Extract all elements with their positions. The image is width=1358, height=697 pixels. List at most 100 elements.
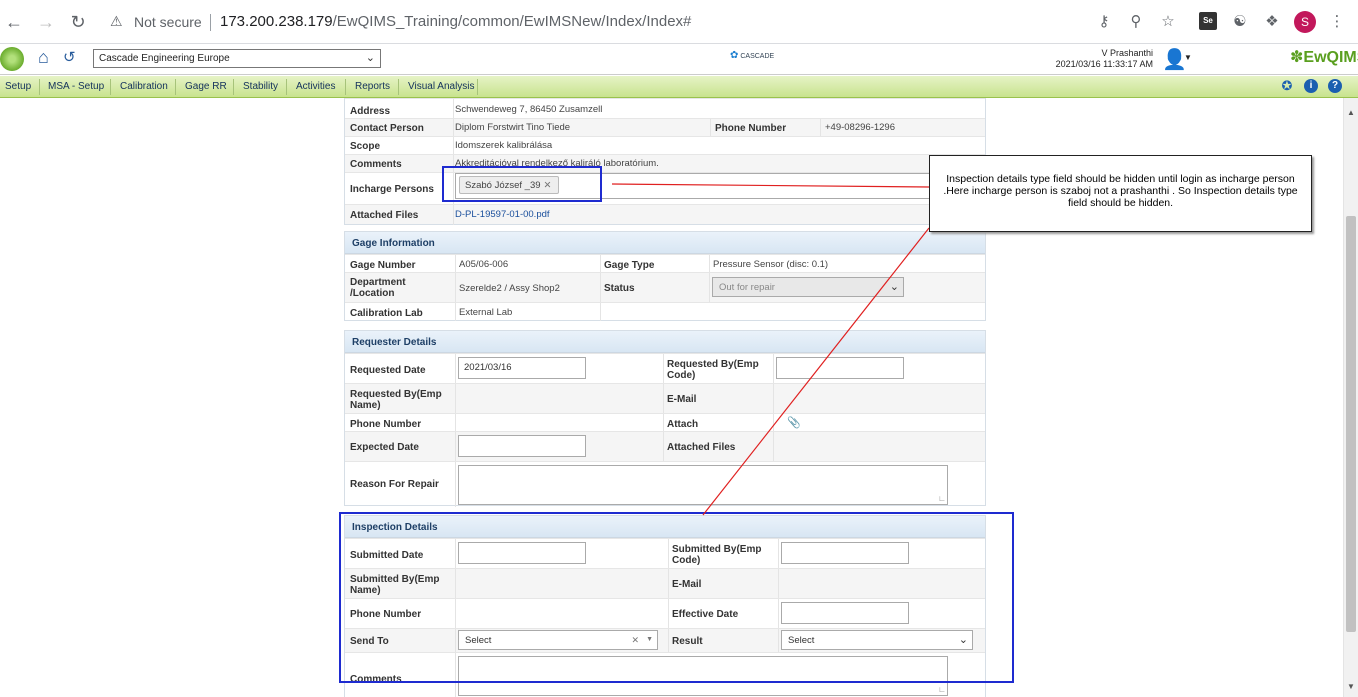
organization-select[interactable]: Cascade Engineering Europe ⌄ <box>93 49 381 68</box>
user-dropdown-icon[interactable]: ▼ <box>1184 53 1192 62</box>
scope-label: Scope <box>350 141 381 152</box>
url-host: 173.200.238.179 <box>220 13 333 30</box>
requested-date-row: Requested Date 2021/03/16 Requested By(E… <box>345 353 985 384</box>
extension-icon[interactable]: ☯ <box>1229 11 1251 33</box>
menu-setup[interactable]: Setup <box>5 81 31 92</box>
cell-divider <box>455 273 456 303</box>
comments-row: Comments Akkreditációval rendelkező kali… <box>345 154 985 173</box>
gage-information-title: Gage Information <box>345 232 985 254</box>
gage-number-row: Gage Number A05/06-006 Gage Type Pressur… <box>345 254 985 273</box>
cell-divider <box>600 273 601 303</box>
info-icon[interactable]: i <box>1304 79 1318 93</box>
back-arrow-icon[interactable]: ← <box>2 10 26 34</box>
cascade-logo-mark: ✿ <box>730 50 739 61</box>
forward-arrow-icon[interactable]: → <box>34 10 58 34</box>
page-scrollbar[interactable]: ▲ ▼ <box>1343 98 1358 697</box>
address-value: Schwendeweg 7, 86450 Zusamzell <box>455 104 603 115</box>
omnibox-separator <box>210 14 211 31</box>
app-logo-icon <box>0 47 24 71</box>
scope-row: Scope Idomszerek kalibrálása <box>345 136 985 155</box>
requester-details-title: Requester Details <box>345 331 985 353</box>
brand-logo: ✽EwQIMS <box>1290 47 1358 67</box>
main-menu: Setup MSA - Setup Calibration Gage RR St… <box>0 76 1358 98</box>
cell-divider <box>710 119 711 137</box>
puzzle-icon[interactable]: ❖ <box>1261 11 1283 33</box>
star-icon[interactable]: ☆ <box>1157 11 1179 33</box>
gage-type-value: Pressure Sensor (disc: 0.1) <box>713 259 829 270</box>
phone-label: Phone Number <box>715 123 787 134</box>
resize-grip-icon[interactable]: ∟ <box>938 494 946 503</box>
refresh-icon[interactable]: ↺ <box>63 48 76 66</box>
email-label: E-Mail <box>667 394 697 405</box>
requested-by-code-input[interactable] <box>776 357 904 379</box>
department-label: Department /Location <box>350 277 406 299</box>
cell-divider <box>773 432 774 462</box>
menu-activities[interactable]: Activities <box>296 81 335 92</box>
not-secure-label: Not secure <box>134 14 202 30</box>
menu-gage-rr[interactable]: Gage RR <box>185 81 227 92</box>
requested-by-name-label: Requested By(Emp Name) <box>350 389 442 411</box>
reason-textarea[interactable]: ∟ <box>458 465 948 505</box>
profile-avatar[interactable]: S <box>1294 11 1316 33</box>
home-icon[interactable]: ⌂ <box>38 47 49 68</box>
calibration-lab-panel: Address Schwendeweg 7, 86450 Zusamzell C… <box>344 98 986 225</box>
menu-separator <box>110 79 111 95</box>
expected-date-input[interactable] <box>458 435 586 457</box>
scroll-thumb[interactable] <box>1346 216 1356 632</box>
zoom-icon[interactable]: ⚲ <box>1125 11 1147 33</box>
menu-stability[interactable]: Stability <box>243 81 278 92</box>
cell-divider <box>773 354 774 384</box>
menu-visual-analysis[interactable]: Visual Analysis <box>408 81 475 92</box>
address-bar[interactable]: ⚠ Not secure 173.200.238.179/EwQIMS_Trai… <box>100 7 1190 37</box>
resize-grip-icon[interactable]: ∟ <box>938 685 946 694</box>
pin-icon[interactable]: ✪ <box>1280 79 1294 93</box>
user-datetime: 2021/03/16 11:33:17 AM <box>1055 59 1153 69</box>
key-icon[interactable]: ⚷ <box>1093 11 1115 33</box>
cell-divider <box>453 137 454 155</box>
cell-divider <box>663 432 664 462</box>
scope-value: Idomszerek kalibrálása <box>455 140 553 151</box>
reload-icon[interactable]: ↻ <box>66 10 90 34</box>
gage-number-label: Gage Number <box>350 260 416 271</box>
cell-divider <box>455 384 456 414</box>
cascade-logo-text: CASCADE <box>740 53 775 60</box>
requested-date-input[interactable]: 2021/03/16 <box>458 357 586 379</box>
menu-msa-setup[interactable]: MSA - Setup <box>48 81 104 92</box>
selenium-extension-icon[interactable]: Se <box>1199 12 1217 30</box>
address-label: Address <box>350 106 391 117</box>
scroll-up-icon[interactable]: ▲ <box>1347 108 1355 117</box>
status-select: Out for repair ⌄ <box>712 277 904 297</box>
requested-by-name-row: Requested By(Emp Name) E-Mail <box>345 383 985 414</box>
calibration-lab-row: Calibration Lab External Lab <box>345 302 985 321</box>
cell-divider <box>455 303 456 321</box>
kebab-menu-icon[interactable]: ⋮ <box>1326 11 1348 33</box>
department-row: Department /Location Szerelde2 / Assy Sh… <box>345 272 985 303</box>
cascade-logo: ✿ CASCADE <box>730 50 786 68</box>
menu-separator <box>286 79 287 95</box>
user-info: V Prashanthi 2021/03/16 11:33:17 AM <box>1050 48 1153 70</box>
contact-row: Contact Person Diplom Forstwirt Tino Tie… <box>345 118 985 137</box>
cell-divider <box>709 273 710 303</box>
menu-calibration[interactable]: Calibration <box>120 81 168 92</box>
browser-toolbar: ← → ↻ ⚠ Not secure 173.200.238.179/EwQIM… <box>0 0 1358 44</box>
cell-divider <box>455 432 456 462</box>
url-text: 173.200.238.179/EwQIMS_Training/common/E… <box>220 13 691 30</box>
expected-date-row: Expected Date Attached Files <box>345 431 985 462</box>
scroll-down-icon[interactable]: ▼ <box>1347 682 1355 691</box>
user-name: V Prashanthi <box>1101 48 1153 58</box>
contact-label: Contact Person <box>350 123 424 134</box>
status-value: Out for repair <box>719 282 775 293</box>
attached-files-label: Attached Files <box>350 210 419 221</box>
cell-divider <box>455 255 456 273</box>
brand-text: EwQIMS <box>1303 49 1358 66</box>
incharge-highlight-box <box>442 166 602 202</box>
help-icon[interactable]: ? <box>1328 79 1342 93</box>
chevron-down-icon: ⌄ <box>889 281 899 293</box>
menu-separator <box>39 79 40 95</box>
paperclip-icon[interactable]: 📎 <box>787 416 801 429</box>
reason-label: Reason For Repair <box>350 479 439 490</box>
attached-file-link[interactable]: D-PL-19597-01-00.pdf <box>455 209 550 220</box>
chevron-down-icon: ⌄ <box>365 52 375 64</box>
menu-reports[interactable]: Reports <box>355 81 390 92</box>
cell-divider <box>600 255 601 273</box>
